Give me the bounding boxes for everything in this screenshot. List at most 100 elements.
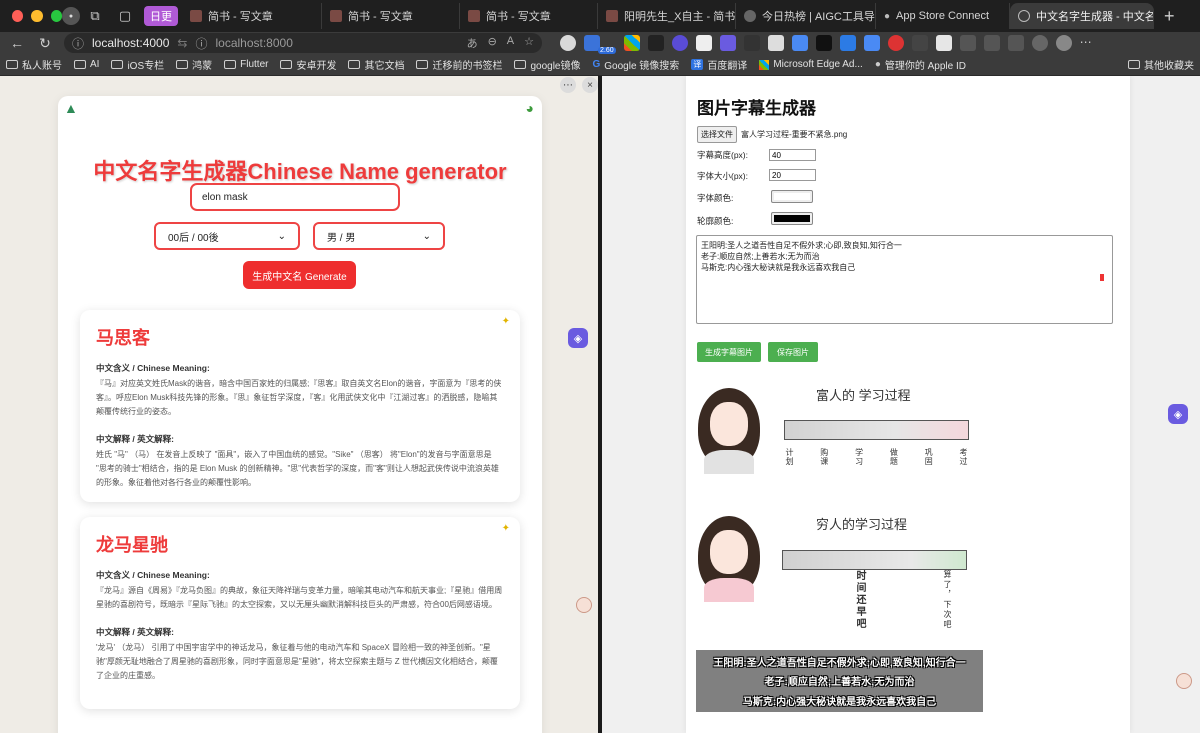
account-avatar-icon[interactable]	[1055, 35, 1072, 51]
extension-screen-icon[interactable]	[767, 35, 784, 51]
extension-photo-icon[interactable]	[791, 35, 808, 51]
globe-icon	[1018, 10, 1030, 22]
copilot-floating-icon[interactable]: ◈	[1168, 404, 1188, 424]
more-menu-icon[interactable]: ⋯	[1080, 35, 1096, 51]
address-primary[interactable]: localhost:4000	[92, 36, 169, 50]
extension-purple-icon[interactable]	[671, 35, 688, 51]
download-arrow-icon[interactable]	[839, 35, 856, 51]
page-title: 图片字幕生成器	[697, 99, 816, 118]
maximize-window-button[interactable]	[50, 10, 62, 22]
info-icon: ⓘ	[72, 36, 85, 51]
extension-red-icon[interactable]	[887, 35, 904, 51]
font-color-picker[interactable]	[771, 190, 813, 203]
right-split-pane: 图片字幕生成器 选择文件 富人学习过程-重要不紧急.png 字幕高度(px): …	[602, 76, 1200, 733]
extension-camera-icon[interactable]	[743, 35, 760, 51]
workspaces-icon[interactable]: ⧉	[84, 5, 106, 27]
bookmark-folder-private[interactable]: 私人账号	[6, 57, 62, 72]
address-bar[interactable]: ⓘ localhost:4000 ⇆ ⓘ localhost:8000 あ ⊖ …	[64, 33, 542, 53]
pane-close-icon[interactable]: ×	[582, 77, 598, 93]
subtitle-height-input[interactable]: 40	[769, 149, 816, 161]
outline-color-picker[interactable]	[771, 212, 813, 225]
office-icon[interactable]	[623, 35, 640, 51]
assistant-avatar-icon[interactable]	[576, 597, 592, 613]
tab-group-label[interactable]: 日更	[144, 6, 178, 26]
subtitle-height-label: 字幕高度(px):	[697, 150, 749, 160]
tab-aigc[interactable]: 今日热榜 | AIGC工具导航	[736, 3, 876, 29]
extension-grid-icon[interactable]	[815, 35, 832, 51]
downloads-icon[interactable]	[1007, 35, 1024, 51]
favorites-icon[interactable]	[959, 35, 976, 51]
pane-more-icon[interactable]: ⋯	[560, 77, 576, 93]
close-window-button[interactable]	[12, 10, 24, 22]
tab-appstore[interactable]: ● App Store Connect	[876, 3, 1010, 29]
result-card: ✦ 龙马星驰 中文含义 / Chinese Meaning: 『龙马』源自《周易…	[80, 517, 520, 709]
tab-jianshu-1[interactable]: 简书 - 写文章	[182, 3, 322, 29]
bookmark-folder-harmony[interactable]: 鸿蒙	[176, 57, 212, 72]
translate-icon[interactable]: あ	[467, 35, 478, 51]
extension-arrow-icon[interactable]	[863, 35, 880, 51]
extension-h-icon[interactable]	[695, 35, 712, 51]
tab-jianshu-3[interactable]: 简书 - 写文章	[460, 3, 598, 29]
reload-icon[interactable]: ↻	[36, 35, 54, 52]
explain-heading: 中文解释 / 英文解释:	[96, 434, 174, 444]
generate-subtitle-image-button[interactable]: 生成字幕图片	[697, 342, 761, 362]
collections-icon[interactable]	[983, 35, 1000, 51]
preview-title-rich: 富人的 学习过程	[816, 388, 911, 403]
favorite-star-icon[interactable]: ☆	[524, 35, 534, 51]
zoom-icon[interactable]: ⊖	[488, 35, 497, 51]
new-tab-button[interactable]: +	[1154, 6, 1185, 27]
result-name: 龙马星驰	[96, 535, 168, 555]
bookmark-folder-migrated[interactable]: 迁移前的书签栏	[416, 57, 502, 72]
step-label: 学习	[854, 448, 864, 466]
rich-steps: 计划 购课 学习 做题 巩固 考过	[784, 448, 969, 466]
heart-icon[interactable]	[1031, 35, 1048, 51]
era-select[interactable]: 00后 / 00後 ⌄	[154, 222, 300, 250]
choose-file-button[interactable]: 选择文件	[697, 126, 737, 143]
bookmark-google-search[interactable]: G Google 镜像搜索	[593, 57, 680, 72]
github-icon	[744, 10, 756, 22]
bookmark-folder-docs[interactable]: 其它文档	[348, 57, 404, 72]
tab-jianshu-4[interactable]: 阳明先生_X自主 - 简书	[598, 3, 736, 29]
extension-shield-icon[interactable]	[719, 35, 736, 51]
font-size-input[interactable]: 20	[769, 169, 816, 181]
jianshu-icon	[190, 10, 202, 22]
bookmark-apple-id[interactable]: ● 管理你的 Apple ID	[875, 57, 966, 72]
extensions-puzzle-icon[interactable]	[911, 35, 928, 51]
rendered-subtitle: 王阳明:圣人之道吾性自足不假外求;心即,致良知,知行合一	[713, 658, 966, 669]
tab-actions-icon[interactable]: ▢	[114, 5, 136, 27]
subtitle-textarea[interactable]: 王阳明:圣人之道吾性自足不假外求;心即,致良知,知行合一 老子:顺应自然;上善若…	[696, 235, 1113, 324]
meaning-text: 『马』对应英文姓氏Mask的谐音，暗含中国百家姓的归属感;『思客』取自英文名El…	[96, 379, 502, 416]
assistant-avatar-icon[interactable]	[1176, 673, 1192, 689]
tab-jianshu-2[interactable]: 简书 - 写文章	[322, 3, 460, 29]
extension-a-icon[interactable]	[560, 35, 576, 51]
back-icon[interactable]: ←	[8, 35, 26, 51]
bookmark-folder-ai[interactable]: AI	[74, 59, 99, 70]
jianshu-icon	[468, 10, 480, 22]
bookmarks-bar: 私人账号 AI iOS专栏 鸿蒙 Flutter 安卓开发 其它文档 迁移前的书…	[0, 54, 1200, 76]
generate-button[interactable]: 生成中文名 Generate	[243, 261, 356, 289]
gender-select[interactable]: 男 / 男 ⌄	[313, 222, 445, 250]
profile-avatar[interactable]: ●	[62, 7, 80, 25]
copilot-floating-icon[interactable]: ◈	[568, 328, 588, 348]
save-image-button[interactable]: 保存图片	[768, 342, 818, 362]
tab-active-name-generator[interactable]: 中文名字生成器 - 中文名字×	[1010, 3, 1154, 29]
bookmark-folder-google-mirror[interactable]: google镜像	[514, 57, 581, 72]
minimize-window-button[interactable]	[31, 10, 43, 22]
english-name-input[interactable]: elon mask	[190, 183, 400, 211]
result-name: 马思客	[96, 328, 150, 348]
baidu-translate-icon: 译	[691, 59, 704, 70]
split-screen-icon[interactable]	[935, 35, 952, 51]
address-secondary[interactable]: localhost:8000	[215, 36, 292, 50]
bookmark-other-favorites[interactable]: 其他收藏夹	[1128, 57, 1194, 72]
bookmark-folder-flutter[interactable]: Flutter	[224, 59, 268, 70]
bookmark-folder-android[interactable]: 安卓开发	[280, 57, 336, 72]
read-aloud-icon[interactable]: A	[507, 35, 514, 51]
bookmark-folder-ios[interactable]: iOS专栏	[111, 57, 164, 72]
browser-toolbar: ← ↻ ⓘ localhost:4000 ⇆ ⓘ localhost:8000 …	[0, 32, 1200, 54]
explain-text: 姓氏 "马" （马） 在发音上反映了 "面具"，嵌入了中国血统的感觉。"Sike…	[96, 450, 499, 487]
extension-dark-icon[interactable]	[647, 35, 664, 51]
bookmark-baidu-translate[interactable]: 译百度翻译	[691, 57, 747, 72]
folder-icon	[1128, 60, 1140, 69]
bookmark-edge-addons[interactable]: Microsoft Edge Ad...	[759, 59, 863, 70]
folder-icon	[416, 60, 429, 69]
